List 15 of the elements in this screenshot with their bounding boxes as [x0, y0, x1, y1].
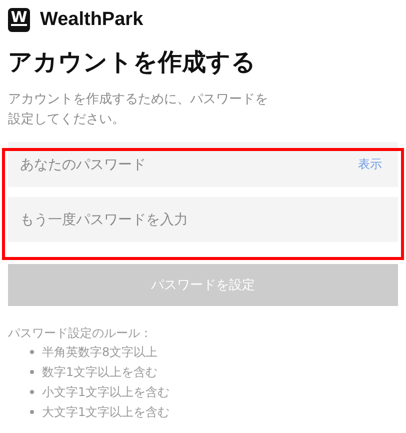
bullet-icon: [30, 390, 34, 394]
rule-item: 数字1文字以上を含む: [42, 364, 158, 381]
page-title: アカウントを作成する: [8, 47, 257, 78]
brand-name: WealthPark: [40, 9, 144, 31]
bullet-icon: [30, 370, 34, 374]
bullet-icon: [30, 410, 34, 414]
bullet-icon: [30, 350, 34, 354]
logo-icon: W: [8, 8, 30, 32]
rules-heading: パスワード設定のルール：: [8, 325, 153, 342]
rule-item: 大文字1文字以上を含む: [42, 404, 170, 421]
description: アカウントを作成するために、パスワードを設定してください。: [8, 91, 269, 129]
rule-item: 小文字1文字以上を含む: [42, 384, 170, 401]
password-field[interactable]: もう一度パスワードを入力: [8, 197, 398, 242]
show-link[interactable]: 表示: [358, 156, 382, 173]
rule-item: 半角英数字8文字以上: [42, 344, 158, 361]
